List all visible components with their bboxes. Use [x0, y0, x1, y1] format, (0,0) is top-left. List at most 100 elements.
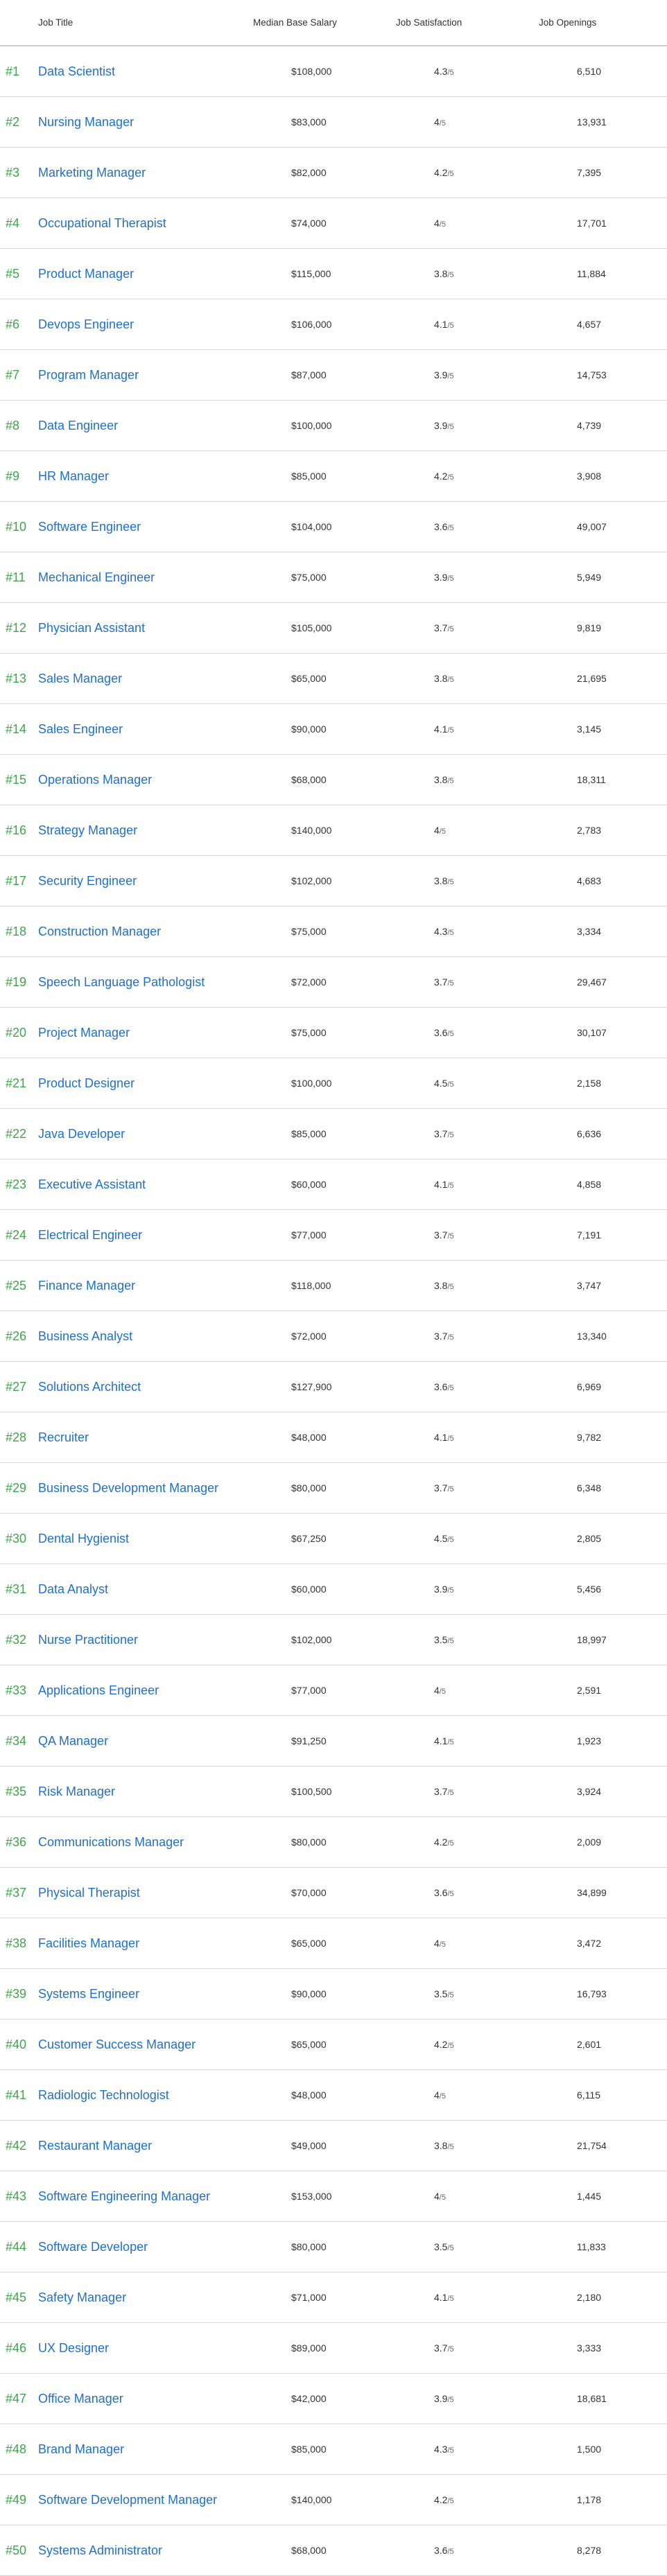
job-satisfaction-value: 3.7 [434, 1128, 448, 1139]
job-rank: #36 [6, 1834, 27, 1849]
job-rank: #19 [6, 974, 27, 989]
job-title-link[interactable]: Safety Manager [38, 2290, 291, 2305]
job-title-link[interactable]: Restaurant Manager [38, 2139, 291, 2153]
job-rank: #15 [6, 772, 27, 787]
job-title-link[interactable]: Data Analyst [38, 1582, 291, 1597]
job-satisfaction-denominator: /5 [447, 2143, 454, 2151]
job-openings: 18,311 [577, 774, 606, 785]
job-title-link[interactable]: QA Manager [38, 1734, 291, 1749]
job-title-link[interactable]: Strategy Manager [38, 823, 291, 838]
job-openings: 30,107 [577, 1027, 607, 1038]
job-title-link[interactable]: Project Manager [38, 1026, 291, 1040]
table-row: #25 Finance Manager $118,000 3.8/5 3,747 [0, 1261, 667, 1311]
job-title-link[interactable]: Business Analyst [38, 1329, 291, 1344]
job-title-link[interactable]: Operations Manager [38, 773, 291, 787]
job-title-link[interactable]: Devops Engineer [38, 317, 291, 332]
job-title-link[interactable]: Software Development Manager [38, 2493, 291, 2507]
job-openings: 1,178 [577, 2494, 602, 2505]
job-median-salary: $108,000 [291, 66, 332, 77]
job-median-salary: $65,000 [291, 2039, 327, 2050]
job-rank: #45 [6, 2290, 27, 2304]
jobs-table: Job Title Median Base Salary Job Satisfa… [0, 0, 667, 2576]
job-title-link[interactable]: Systems Administrator [38, 2543, 291, 2558]
job-satisfaction: 4.1/5 [434, 1432, 577, 1443]
job-title-link[interactable]: Electrical Engineer [38, 1228, 291, 1243]
job-satisfaction: 3.8/5 [434, 774, 577, 785]
job-title-link[interactable]: Speech Language Pathologist [38, 975, 291, 990]
header-job-title: Job Title [38, 17, 73, 28]
job-rank: #21 [6, 1076, 27, 1090]
job-title-link[interactable]: Data Scientist [38, 64, 291, 79]
job-title-link[interactable]: Recruiter [38, 1430, 291, 1445]
job-median-salary: $77,000 [291, 1685, 327, 1696]
job-title-link[interactable]: Dental Hygienist [38, 1532, 291, 1546]
job-satisfaction: 4/5 [434, 1685, 577, 1696]
job-satisfaction-value: 4.1 [434, 1735, 448, 1746]
job-title-link[interactable]: Product Designer [38, 1076, 291, 1091]
job-median-salary: $127,900 [291, 1381, 332, 1392]
job-title-link[interactable]: Software Engineer [38, 520, 291, 534]
job-title-link[interactable]: Risk Manager [38, 1785, 291, 1799]
job-satisfaction: 3.8/5 [434, 673, 577, 684]
job-openings: 3,145 [577, 724, 602, 735]
job-satisfaction-denominator: /5 [447, 1232, 454, 1241]
job-title-link[interactable]: UX Designer [38, 2341, 291, 2356]
job-title-link[interactable]: Finance Manager [38, 1279, 291, 1293]
job-satisfaction-denominator: /5 [447, 1738, 454, 1746]
table-row: #48 Brand Manager $85,000 4.3/5 1,500 [0, 2424, 667, 2475]
job-openings: 11,833 [577, 2241, 606, 2252]
job-openings: 7,395 [577, 167, 602, 178]
job-title-link[interactable]: Nurse Practitioner [38, 1633, 291, 1647]
job-title-link[interactable]: Business Development Manager [38, 1481, 291, 1496]
table-row: #39 Systems Engineer $90,000 3.5/5 16,793 [0, 1969, 667, 2019]
job-title-link[interactable]: Java Developer [38, 1127, 291, 1141]
job-openings: 13,340 [577, 1331, 607, 1342]
job-openings: 8,278 [577, 2545, 602, 2556]
job-satisfaction: 4.1/5 [434, 724, 577, 735]
job-title-link[interactable]: Security Engineer [38, 874, 291, 888]
job-title-link[interactable]: Radiologic Technologist [38, 2088, 291, 2103]
job-title-link[interactable]: Communications Manager [38, 1835, 291, 1850]
job-title-link[interactable]: Executive Assistant [38, 1177, 291, 1192]
job-rank: #29 [6, 1480, 27, 1495]
job-satisfaction: 4.2/5 [434, 167, 577, 178]
job-title-link[interactable]: Systems Engineer [38, 1987, 291, 2001]
job-satisfaction-value: 3.7 [434, 1331, 448, 1342]
table-row: #9 HR Manager $85,000 4.2/5 3,908 [0, 451, 667, 502]
job-title-link[interactable]: Brand Manager [38, 2442, 291, 2457]
job-title-link[interactable]: Solutions Architect [38, 1380, 291, 1394]
job-satisfaction-value: 4.1 [434, 2292, 448, 2303]
job-title-link[interactable]: Program Manager [38, 368, 291, 383]
job-satisfaction-value: 3.8 [434, 2140, 448, 2151]
job-satisfaction-denominator: /5 [447, 1333, 454, 1342]
job-median-salary: $90,000 [291, 724, 327, 735]
job-title-link[interactable]: Construction Manager [38, 925, 291, 939]
job-title-link[interactable]: Marketing Manager [38, 166, 291, 180]
job-title-link[interactable]: Product Manager [38, 267, 291, 281]
job-satisfaction-denominator: /5 [447, 878, 454, 886]
job-title-link[interactable]: Sales Engineer [38, 722, 291, 737]
job-title-link[interactable]: Customer Success Manager [38, 2038, 291, 2052]
job-title-link[interactable]: Applications Engineer [38, 1683, 291, 1698]
job-rank: #10 [6, 519, 27, 534]
job-median-salary: $115,000 [291, 268, 331, 279]
job-title-link[interactable]: HR Manager [38, 469, 291, 484]
job-title-link[interactable]: Physician Assistant [38, 621, 291, 636]
table-row: #27 Solutions Architect $127,900 3.6/5 6,969 [0, 1362, 667, 1412]
job-title-link[interactable]: Occupational Therapist [38, 216, 291, 231]
job-title-link[interactable]: Nursing Manager [38, 115, 291, 130]
job-title-link[interactable]: Mechanical Engineer [38, 570, 291, 585]
job-title-link[interactable]: Facilities Manager [38, 1936, 291, 1951]
job-title-link[interactable]: Data Engineer [38, 419, 291, 433]
table-row: #44 Software Developer $80,000 3.5/5 11,833 [0, 2222, 667, 2272]
job-title-link[interactable]: Software Developer [38, 2240, 291, 2254]
job-title-link[interactable]: Physical Therapist [38, 1886, 291, 1900]
job-rank: #32 [6, 1632, 27, 1647]
job-median-salary: $118,000 [291, 1280, 331, 1291]
job-title-link[interactable]: Office Manager [38, 2392, 291, 2406]
job-title-link[interactable]: Software Engineering Manager [38, 2189, 291, 2204]
job-openings: 4,739 [577, 420, 602, 431]
job-satisfaction: 3.7/5 [434, 976, 577, 988]
job-title-link[interactable]: Sales Manager [38, 672, 291, 686]
job-satisfaction: 3.7/5 [434, 1331, 577, 1342]
